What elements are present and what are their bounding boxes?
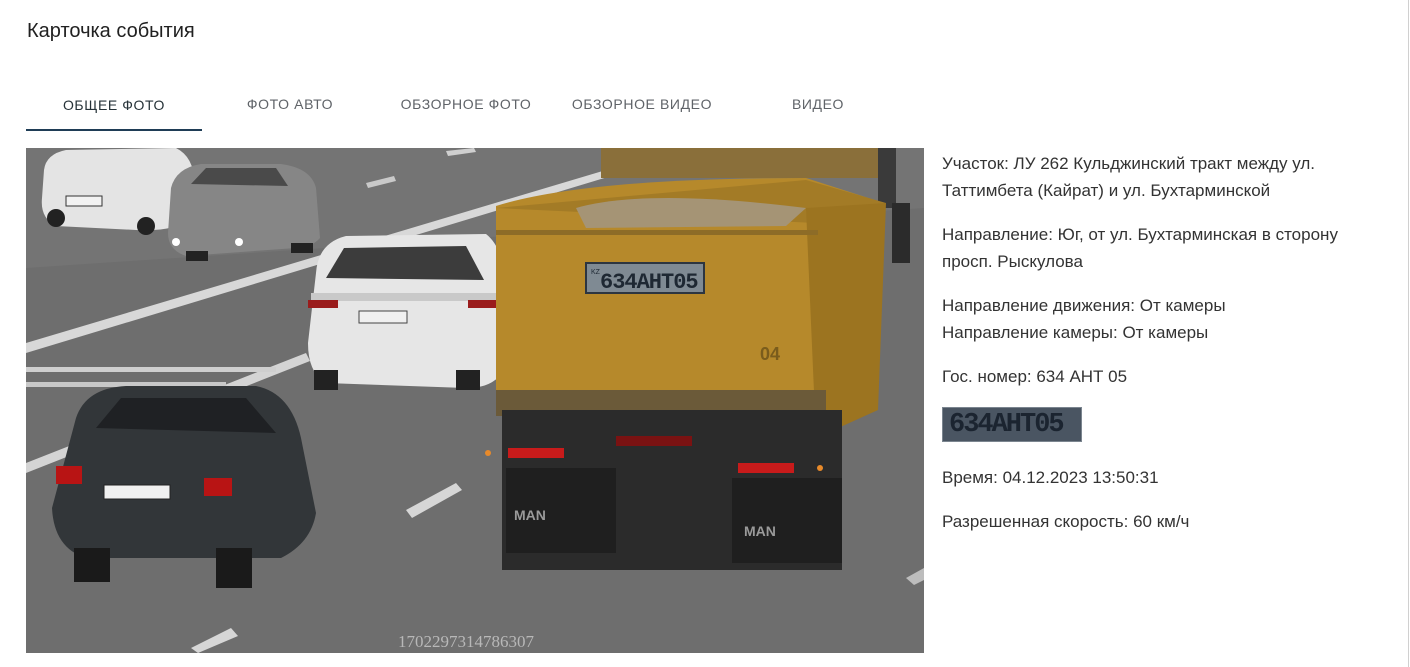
truck-plate-text: 634АНТ05 — [600, 270, 698, 295]
tab-overview-photo[interactable]: ОБЗОРНОЕ ФОТО — [378, 80, 554, 128]
event-info-panel: Участок: ЛУ 262 Кульджинский тракт между… — [942, 150, 1382, 552]
event-photo: MAN MAN 04 KZ 634АНТ05 1702297314786307 — [26, 148, 924, 653]
truck-brand-left: MAN — [514, 507, 546, 523]
frame-id: 1702297314786307 — [398, 632, 534, 651]
event-card-dialog: Карточка события ОБЩЕЕ ФОТО ФОТО АВТО ОБ… — [0, 0, 1409, 667]
truck-brand-right: MAN — [744, 523, 776, 539]
tab-video[interactable]: ВИДЕО — [730, 80, 906, 128]
movement-direction-text: Направление движения: От камеры — [942, 296, 1226, 315]
truck-plate: KZ 634АНТ05 — [585, 262, 705, 295]
direction-text: Направление: Юг, от ул. Бухтарминская в … — [942, 225, 1338, 271]
dialog-title: Карточка события — [27, 20, 195, 42]
time-text: Время: 04.12.2023 13:50:31 — [942, 468, 1159, 487]
plate-number-text: Гос. номер: 634 АНТ 05 — [942, 367, 1128, 386]
speed-limit-text: Разрешенная скорость: 60 км/ч — [942, 512, 1190, 531]
tab-bar: ОБЩЕЕ ФОТО ФОТО АВТО ОБЗОРНОЕ ФОТО ОБЗОР… — [26, 80, 906, 132]
tab-overview-video[interactable]: ОБЗОРНОЕ ВИДЕО — [554, 80, 730, 128]
tab-car-photo[interactable]: ФОТО АВТО — [202, 80, 378, 128]
camera-direction-text: Направление камеры: От камеры — [942, 323, 1209, 342]
truck-body-number: 04 — [760, 344, 780, 364]
tab-general-photo[interactable]: ОБЩЕЕ ФОТО — [26, 80, 202, 131]
dark-hatchback — [52, 386, 316, 588]
grey-sedan — [168, 164, 320, 261]
plate-crop-image: 634АНТ05 — [942, 407, 1082, 442]
white-suv-middle — [308, 234, 506, 390]
section-text: Участок: ЛУ 262 Кульджинский тракт между… — [942, 154, 1316, 200]
traffic-scene: MAN MAN 04 KZ 634АНТ05 — [26, 148, 924, 653]
